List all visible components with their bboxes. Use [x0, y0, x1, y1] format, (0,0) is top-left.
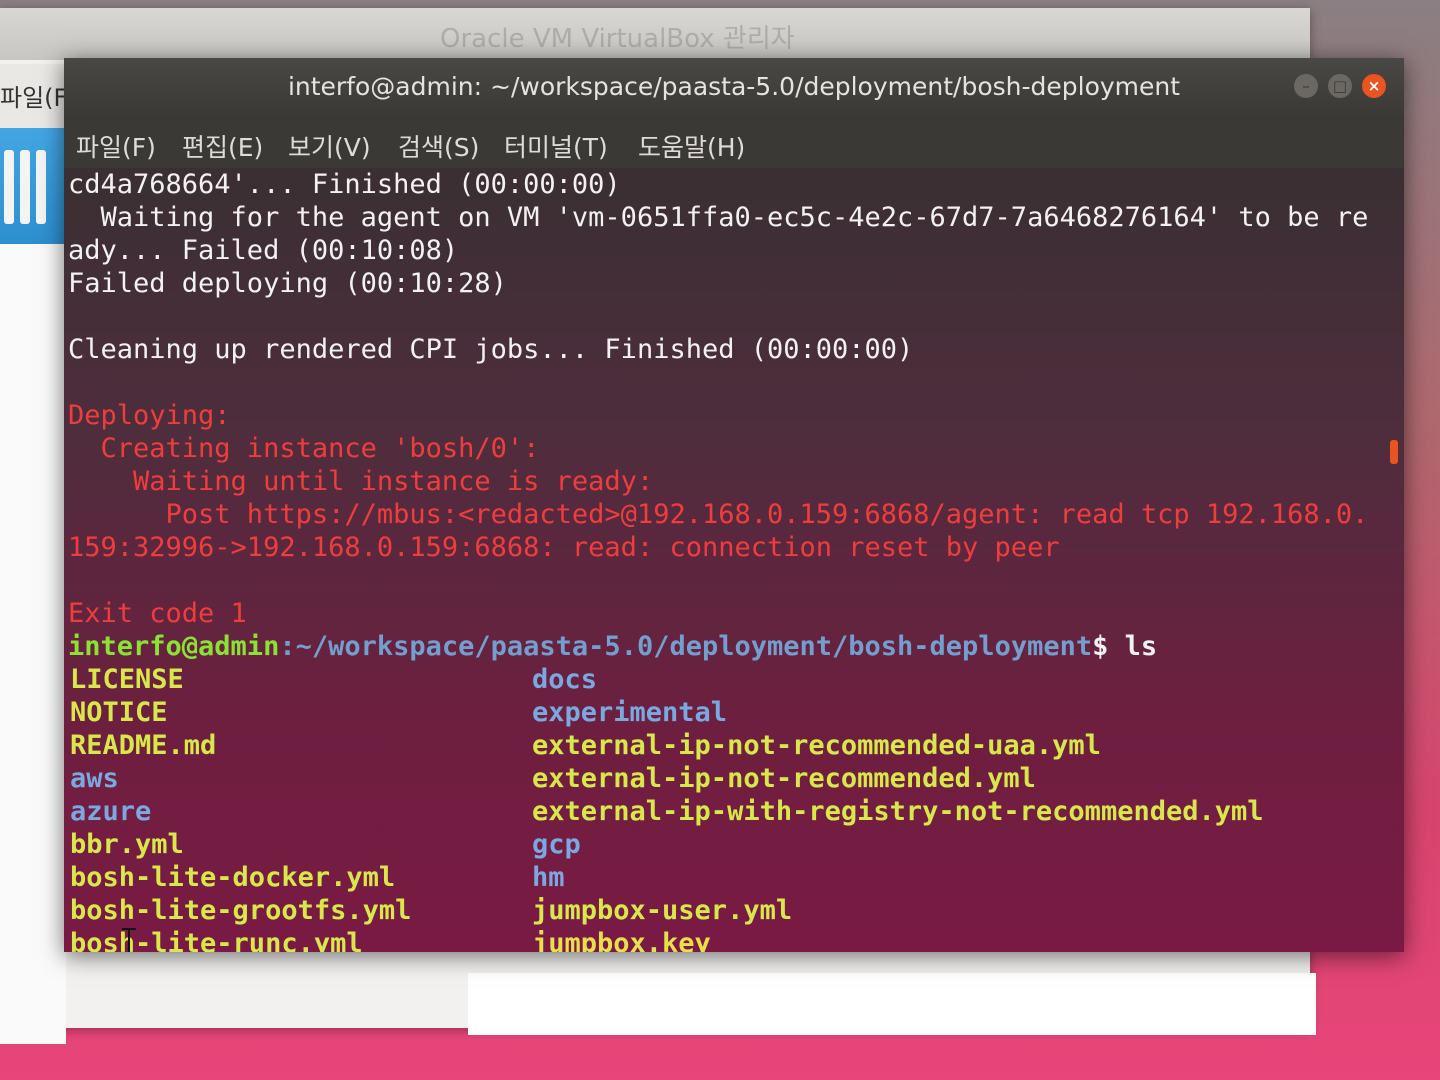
ls-entry: azure [70, 796, 152, 827]
tool-icon [20, 150, 30, 224]
ls-entry: README.md [70, 730, 217, 761]
minimize-icon[interactable]: – [1294, 74, 1318, 98]
menu-edit[interactable]: 편집(E) [182, 128, 263, 164]
terminal-output[interactable]: cd4a768664'... Finished (00:00:00) Waiti… [64, 168, 1404, 952]
output-line: cd4a768664'... Finished (00:00:00) [68, 169, 621, 200]
ls-entry: aws [70, 763, 119, 794]
prompt-path: :~/workspace/paasta-5.0/deployment/bosh-… [279, 631, 1093, 662]
ls-entry: gcp [532, 829, 581, 860]
ls-entry: bbr.yml [70, 829, 184, 860]
prompt-line: interfo@admin:~/workspace/paasta-5.0/dep… [68, 630, 1157, 663]
terminal-titlebar[interactable]: interfo@admin: ~/workspace/paasta-5.0/de… [64, 58, 1404, 120]
window-title: interfo@admin: ~/workspace/paasta-5.0/de… [287, 72, 1181, 101]
virtualbox-detail-pane [468, 973, 1316, 1035]
ls-entry: NOTICE [70, 697, 168, 728]
virtualbox-vm-list[interactable] [0, 244, 66, 1044]
virtualbox-title: Oracle VM VirtualBox 관리자 [440, 24, 795, 54]
ls-entry: bosh-lite-runc.yml [70, 928, 363, 952]
error-line: Deploying: [68, 400, 231, 431]
output-line: Waiting for the agent on VM 'vm-0651ffa0… [68, 202, 1369, 233]
tool-icon [4, 150, 14, 224]
output-line: Cleaning up rendered CPI jobs... Finishe… [68, 334, 914, 365]
ls-entry: LICENSE [70, 664, 184, 695]
error-line: 159:32996->192.168.0.159:6868: read: con… [68, 532, 1060, 563]
virtualbox-titlebar[interactable]: Oracle VM VirtualBox 관리자 [0, 8, 1310, 60]
menu-help[interactable]: 도움말(H) [638, 128, 745, 164]
ls-entry: jumpbox-user.yml [532, 895, 793, 926]
error-line: Creating instance 'bosh/0': [68, 433, 540, 464]
ls-entry: bosh-lite-grootfs.yml [70, 895, 412, 926]
close-icon[interactable]: × [1362, 74, 1386, 98]
output-line: ady... Failed (00:10:08) [68, 235, 459, 266]
ls-entry: jumpbox.key [532, 928, 711, 952]
ls-entry: bosh-lite-docker.yml [70, 862, 396, 893]
prompt-user: interfo@admin [68, 631, 280, 662]
scrollbar[interactable] [1390, 440, 1398, 464]
maximize-icon[interactable]: □ [1328, 74, 1352, 98]
text-cursor-icon [122, 928, 136, 952]
ls-entry: docs [532, 664, 598, 695]
exit-code-line: Exit code 1 [68, 598, 247, 629]
ls-entry: external-ip-not-recommended-uaa.yml [532, 730, 1101, 761]
menu-search[interactable]: 검색(S) [398, 128, 479, 164]
ls-entry: hm [532, 862, 565, 893]
virtualbox-toolbar[interactable] [0, 128, 66, 244]
ls-entry: experimental [532, 697, 728, 728]
prompt-command: $ ls [1092, 631, 1158, 662]
virtualbox-menu-file[interactable]: 파일(F) [0, 64, 66, 138]
output-line: Failed deploying (00:10:28) [68, 268, 507, 299]
ls-entry: external-ip-not-recommended.yml [532, 763, 1036, 794]
terminal-window[interactable]: interfo@admin: ~/workspace/paasta-5.0/de… [64, 58, 1404, 952]
tool-icon [36, 150, 46, 224]
error-line: Post https://mbus:<redacted>@192.168.0.1… [68, 499, 1369, 530]
terminal-menubar: 파일(F) 편집(E) 보기(V) 검색(S) 터미널(T) 도움말(H) [64, 120, 1404, 168]
ls-entry: external-ip-with-registry-not-recommende… [532, 796, 1264, 827]
menu-view[interactable]: 보기(V) [288, 128, 371, 164]
error-line: Waiting until instance is ready: [68, 466, 654, 497]
menu-terminal[interactable]: 터미널(T) [504, 128, 608, 164]
menu-file[interactable]: 파일(F) [76, 128, 156, 164]
